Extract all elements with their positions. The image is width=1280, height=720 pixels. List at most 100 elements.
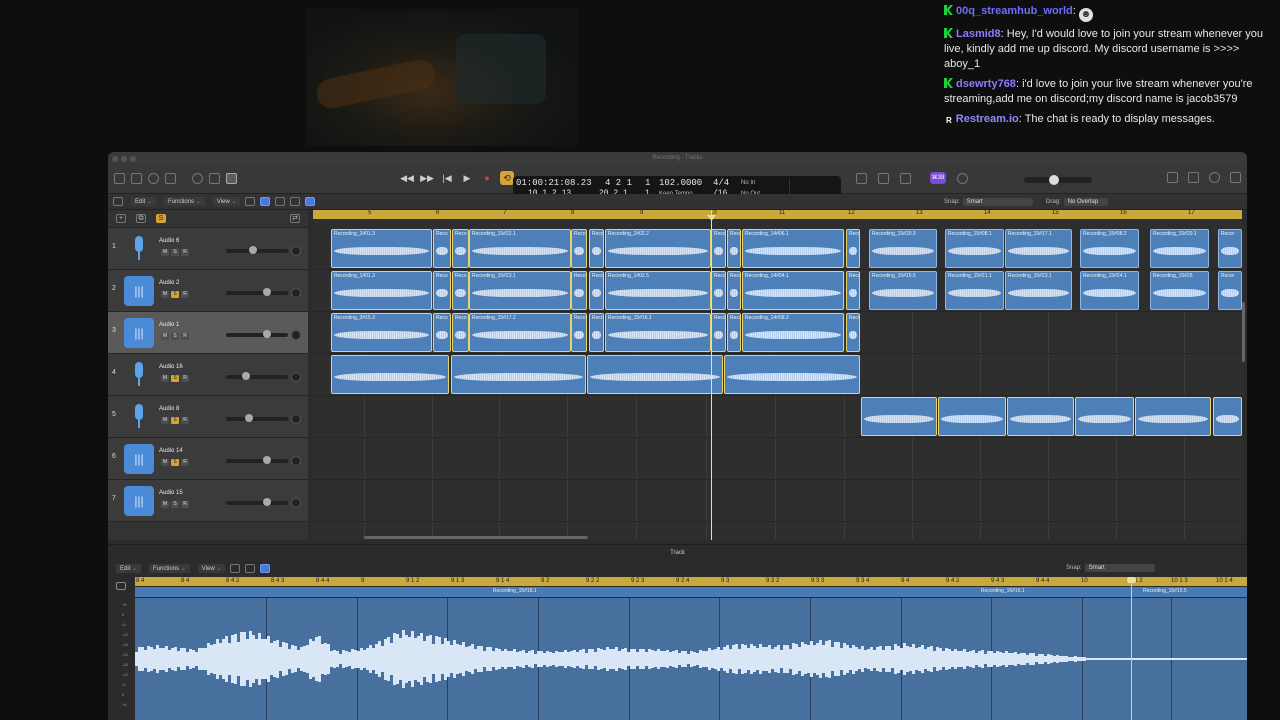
region-icon[interactable] [113,197,123,206]
volume-fader[interactable] [226,288,288,296]
audio-region[interactable] [331,355,449,394]
audio-region[interactable]: Reco [846,313,860,352]
list-editors-icon[interactable] [856,172,867,184]
audio-region[interactable]: Recor [589,313,604,352]
solo-button[interactable]: S [171,501,179,508]
audio-region[interactable]: Recording_15#20.3 [869,229,937,268]
audio-region[interactable] [1007,397,1074,436]
mute-button[interactable]: M [161,459,169,466]
fader-knob[interactable] [263,498,271,506]
solo-button[interactable]: S [171,375,179,382]
solo-button[interactable]: S [171,459,179,466]
audio-region[interactable]: Recording_14#08.3 [742,313,844,352]
pan-knob[interactable] [291,330,301,340]
play-icon[interactable]: ▶ [460,171,474,185]
editors-icon[interactable] [226,173,237,184]
list-view-icon[interactable] [260,197,271,206]
master-volume-knob[interactable] [1049,175,1059,185]
track-header[interactable]: 1 Audio 6 MSR [108,228,308,270]
bar-ruler[interactable]: 5 6 7 8 9 10 11 12 13 14 15 16 17 [313,210,1242,228]
audio-region[interactable]: Reco [589,271,604,310]
fader-knob[interactable] [249,246,257,254]
loop-browser-icon[interactable] [900,172,911,184]
record-enable-button[interactable]: R [181,417,189,424]
audio-region[interactable]: Reco [727,313,741,352]
apple-loops-icon[interactable] [1188,172,1199,183]
audio-region[interactable] [938,397,1006,436]
audio-region[interactable]: Reco [452,229,469,268]
audio-region[interactable]: Reco [571,313,587,352]
solo-button[interactable]: S [171,249,179,256]
audio-region[interactable]: Reco [846,271,860,310]
audio-region[interactable]: Reco [846,229,860,268]
snap-value[interactable]: Smart [962,198,1033,206]
pan-knob[interactable] [291,498,301,508]
editor-snap-control[interactable]: Snap: Smart [1066,564,1155,572]
pan-knob[interactable] [291,288,301,298]
editor-track-icon[interactable] [116,582,126,590]
audio-region[interactable]: Recording_2#01.3 [331,229,432,268]
track-name[interactable]: Audio 15 [159,490,183,496]
volume-fader[interactable] [226,498,288,506]
editor-catch-icon[interactable] [245,563,256,573]
record-icon[interactable]: ● [480,171,494,185]
audio-region[interactable]: Reco [711,229,726,268]
track-options-button[interactable]: ⇄ [290,214,300,223]
track-header[interactable]: 5 Audio 8 MSR [108,396,308,438]
audio-region[interactable]: Recording_1#02.5 [605,271,711,310]
mute-button[interactable]: M [161,501,169,508]
grid-view-icon[interactable] [245,197,256,206]
count-in-badge[interactable]: ⌘38 [930,172,946,184]
audio-region[interactable]: Reco [727,271,741,310]
track-name[interactable]: Audio 14 [159,448,183,454]
functions-menu[interactable]: Functions [164,197,205,206]
library-icon[interactable] [114,173,125,184]
record-enable-button[interactable]: R [181,291,189,298]
drag-value[interactable]: No Overlap [1063,198,1108,206]
audio-region[interactable]: Reco [452,313,469,352]
volume-fader[interactable] [226,414,288,422]
audio-region[interactable]: Recording_15#21.1 [945,271,1004,310]
flex-icon[interactable] [275,197,286,206]
track-name[interactable]: Audio 2 [159,280,179,286]
editor-waveform[interactable] [135,598,1247,720]
track-name[interactable]: Audio 16 [159,364,183,370]
audio-region[interactable]: Recor [1218,229,1242,268]
audio-region[interactable]: Reco [452,271,469,310]
forward-icon[interactable]: ▶▶ [420,171,434,185]
record-enable-button[interactable]: R [181,249,189,256]
record-enable-button[interactable]: R [181,501,189,508]
audio-region[interactable]: Recording_14#06.1 [742,229,844,268]
mixer-icon[interactable] [209,173,220,184]
master-volume-slider[interactable] [1024,175,1092,185]
pan-knob[interactable] [291,456,301,466]
fader-knob[interactable] [242,372,250,380]
audio-region[interactable]: Recording_15#16.1 [605,313,711,352]
audio-region[interactable]: Recording_1#01.3 [331,271,432,310]
rewind-icon[interactable]: ◀◀ [400,171,414,185]
audio-region[interactable]: Reco [433,229,451,268]
audio-region[interactable]: Recording_15#25 [1150,271,1209,310]
audio-region[interactable] [861,397,937,436]
arrange-area[interactable]: 5 6 7 8 9 10 11 12 13 14 15 16 17 Recording_2#01.3 Re… [313,210,1242,540]
volume-fader[interactable] [226,372,288,380]
track-lanes[interactable]: Recording_2#01.3 Reco Reco Recording_15#22.… [313,228,1242,540]
volume-fader[interactable] [226,456,288,464]
audio-region[interactable] [587,355,723,394]
audio-region[interactable]: Recording_15#08.2 [1080,229,1139,268]
editor-flex-icon[interactable] [230,563,241,573]
editor-view-menu[interactable]: View [197,563,226,573]
solo-button[interactable]: S [171,333,179,340]
editor-snap-value[interactable]: Smart [1084,564,1155,572]
duplicate-track-button[interactable]: ⧉ [136,214,146,223]
add-track-button[interactable]: + [116,214,126,223]
audio-region[interactable]: Recording_15#08.1 [945,229,1004,268]
vertical-scrollbar[interactable] [1242,302,1245,362]
catch-icon[interactable] [290,197,301,206]
audio-region[interactable] [1135,397,1211,436]
track-name[interactable]: Audio 6 [159,238,179,244]
track-header[interactable]: 7 ||| Audio 15 MSR [108,480,308,522]
audio-region[interactable]: Recording_15#29.1 [1150,229,1209,268]
editor-functions-menu[interactable]: Functions [149,563,190,573]
horizontal-scrollbar[interactable] [364,536,588,539]
